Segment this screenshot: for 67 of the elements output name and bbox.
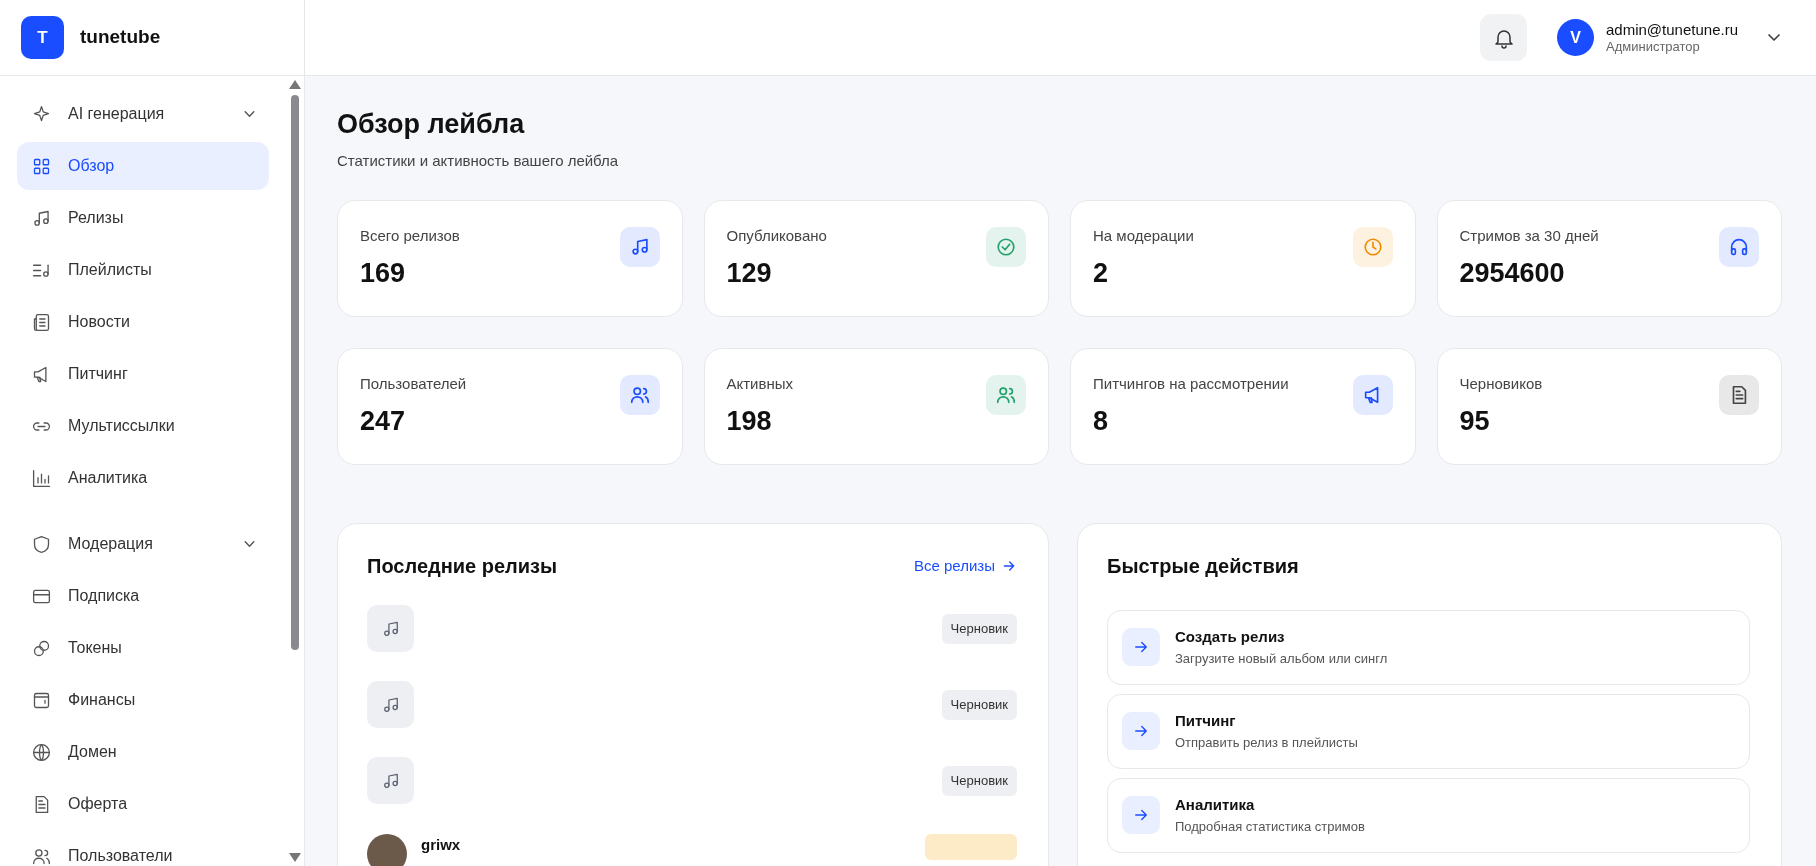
- quick-action[interactable]: Создать релиз Загрузите новый альбом или сингл: [1107, 609, 1750, 685]
- stat-label: Всего релизов: [360, 225, 460, 246]
- release-title: griwx: [421, 834, 461, 855]
- sidebar-item[interactable]: Подписка: [17, 572, 269, 620]
- page-subtitle: Статистики и активность вашего лейбла: [337, 151, 620, 172]
- status-badge: Черновик: [941, 690, 1017, 720]
- quick-action-description: Отправить релиз в плейлисты: [1175, 733, 1358, 752]
- stat-label: Стримов за 30 дней: [1459, 225, 1599, 246]
- user-menu[interactable]: V admin@tunetune.ru Администратор: [1557, 19, 1780, 56]
- brand-name: tunetube: [80, 25, 161, 50]
- page-title: Обзор лейбла: [337, 108, 526, 141]
- status-badge: Черновик: [941, 614, 1017, 644]
- sidebar-group[interactable]: AI генерация: [17, 90, 269, 138]
- logo: T: [21, 16, 64, 59]
- scroll-down-icon[interactable]: [289, 853, 301, 862]
- stat-value: 169: [360, 257, 407, 291]
- sidebar-group[interactable]: Модерация: [17, 520, 269, 568]
- chevron-down-icon: [1768, 34, 1780, 41]
- quick-action[interactable]: Аналитика Подробная статистика стримов: [1107, 777, 1750, 853]
- all-releases-link[interactable]: Все релизы: [914, 554, 1017, 578]
- quick-action-description: Загрузите новый альбом или сингл: [1175, 649, 1388, 668]
- sidebar-item[interactable]: Пользователи: [17, 832, 269, 866]
- stat-value: 95: [1459, 405, 1491, 439]
- stat-label: Питчингов на рассмотрении: [1093, 373, 1289, 394]
- sidebar-item[interactable]: Токены: [17, 624, 269, 672]
- newspaper-icon: [31, 311, 52, 333]
- stat-value: 129: [726, 257, 773, 291]
- chevron-down-icon: [244, 111, 255, 117]
- quick-action-title: Создать релиз: [1175, 627, 1286, 648]
- sidebar-item[interactable]: Мультиссылки: [17, 402, 269, 450]
- status-badge: Черновик: [941, 766, 1017, 796]
- sidebar-item[interactable]: Аналитика: [17, 454, 269, 502]
- stat-value: 2: [1093, 257, 1110, 291]
- sidebar-item[interactable]: Питчинг: [17, 350, 269, 398]
- photo-placeholder: [367, 833, 407, 866]
- shield-icon: [31, 533, 52, 555]
- sidebar-item[interactable]: Новости: [17, 298, 269, 346]
- panel-title: Последние релизы: [367, 553, 558, 578]
- quick-action-title: Питчинг: [1175, 711, 1237, 732]
- stat-label: Пользователей: [360, 373, 467, 394]
- stat-label: Опубликовано: [726, 225, 827, 246]
- sidebar-item[interactable]: Плейлисты: [17, 246, 269, 294]
- stat-value: 2954600: [1459, 257, 1566, 291]
- stat-value: 247: [360, 405, 407, 439]
- notifications-button[interactable]: [1480, 14, 1527, 61]
- stat-value: 8: [1093, 405, 1110, 439]
- stat-label: На модерации: [1093, 225, 1194, 246]
- quick-action-description: Подробная статистика стримов: [1175, 817, 1365, 836]
- scrollbar-thumb[interactable]: [291, 95, 299, 650]
- sidebar-item[interactable]: Обзор: [17, 142, 269, 190]
- stat-value: 198: [726, 405, 773, 439]
- sidebar-item[interactable]: Оферта: [17, 780, 269, 828]
- globe-icon: [31, 741, 52, 763]
- sidebar-item[interactable]: Релизы: [17, 194, 269, 242]
- panel-title: Быстрые действия: [1107, 553, 1300, 578]
- user-avatar: V: [1557, 19, 1594, 56]
- sidebar-item[interactable]: Финансы: [17, 676, 269, 724]
- sidebar-item[interactable]: Домен: [17, 728, 269, 776]
- stat-label: Черновиков: [1459, 373, 1543, 394]
- user-email: admin@tunetune.ru: [1606, 20, 1738, 39]
- stat-label: Активных: [726, 373, 794, 394]
- scroll-up-icon[interactable]: [289, 80, 301, 89]
- bar-chart-icon: [31, 467, 52, 489]
- quick-action-title: Аналитика: [1175, 795, 1256, 816]
- user-role: Администратор: [1606, 38, 1701, 55]
- chevron-down-icon: [244, 541, 255, 547]
- quick-action[interactable]: Питчинг Отправить релиз в плейлисты: [1107, 693, 1750, 769]
